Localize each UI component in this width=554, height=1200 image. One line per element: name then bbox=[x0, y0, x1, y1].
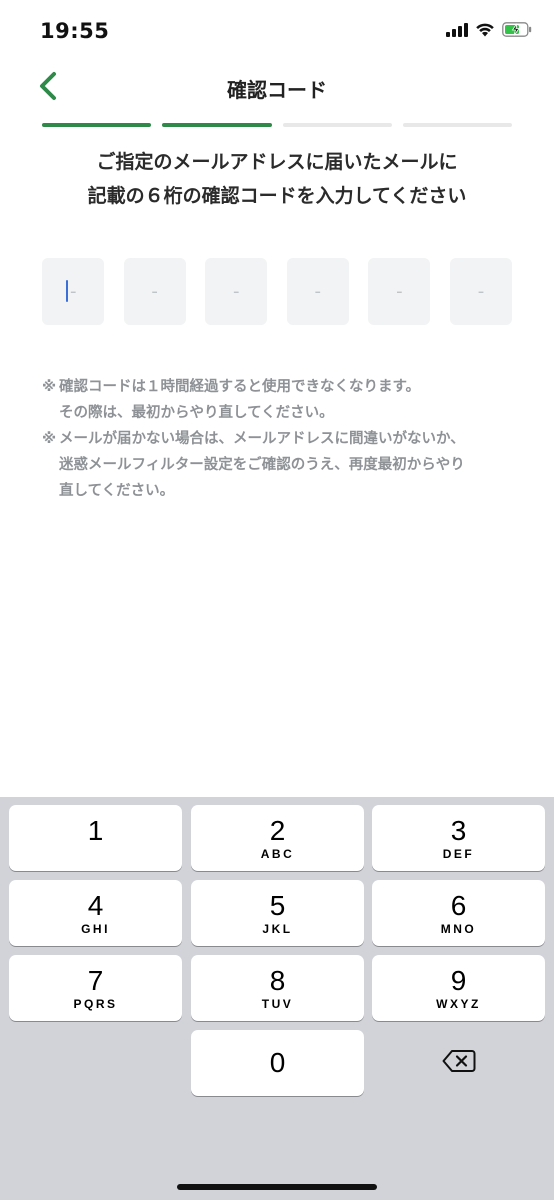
note-expiry: ※ 確認コードは１時間経過すると使用できなくなります。 その際は、最初からやり直… bbox=[42, 374, 522, 426]
key-6[interactable]: 6 MNO bbox=[372, 880, 545, 946]
code-digit-5[interactable]: - bbox=[368, 258, 431, 325]
code-digit-3[interactable]: - bbox=[205, 258, 268, 325]
page-title: 確認コード bbox=[227, 78, 327, 102]
code-digit-4[interactable]: - bbox=[286, 258, 349, 325]
wifi-icon bbox=[475, 22, 495, 41]
key-9[interactable]: 9 WXYZ bbox=[372, 955, 545, 1021]
key-digit: 0 bbox=[269, 1047, 286, 1078]
key-letters: ABC bbox=[260, 846, 295, 861]
cellular-signal-icon bbox=[446, 22, 468, 41]
note-line: 確認コードは１時間経過すると使用できなくなります。 bbox=[59, 379, 421, 395]
key-digit: 7 bbox=[87, 964, 104, 996]
key-digit: 2 bbox=[269, 814, 286, 846]
status-time: 19:55 bbox=[40, 19, 110, 43]
battery-charging-icon bbox=[502, 22, 532, 41]
key-digit: 9 bbox=[450, 964, 467, 996]
code-digit-1[interactable]: - bbox=[42, 258, 104, 325]
key-digit: 3 bbox=[450, 814, 467, 846]
status-icons bbox=[446, 22, 532, 41]
note-mark: ※ bbox=[42, 379, 57, 395]
key-8[interactable]: 8 TUV bbox=[191, 955, 364, 1021]
code-digit-placeholder: - bbox=[232, 281, 240, 302]
key-7[interactable]: 7 PQRS bbox=[9, 955, 182, 1021]
code-digit-placeholder: - bbox=[70, 281, 77, 302]
backspace-icon bbox=[442, 1049, 476, 1077]
instruction-text: ご指定のメールアドレスに届いたメールに 記載の６桁の確認コードを入力してください bbox=[20, 145, 534, 213]
note-line: 直してください。 bbox=[59, 483, 175, 499]
key-letters: WXYZ bbox=[436, 996, 481, 1011]
numeric-keypad: 1 2 ABC 3 DEF 4 GHI 5 JKL 6 MNO 7 PQRS 8… bbox=[0, 797, 554, 1200]
code-input-row: - - - - - - bbox=[42, 258, 512, 325]
key-letters: JKL bbox=[262, 921, 293, 936]
key-digit: 5 bbox=[269, 889, 286, 921]
key-letters: PQRS bbox=[73, 996, 118, 1011]
key-1[interactable]: 1 bbox=[9, 805, 182, 871]
progress-step-1 bbox=[42, 123, 152, 127]
key-letters: MNO bbox=[440, 921, 477, 936]
note-not-received: ※ メールが届かない場合は、メールアドレスに間違いがないか、 迷惑メールフィルタ… bbox=[42, 426, 522, 504]
nav-header: 確認コード bbox=[0, 64, 554, 114]
code-digit-placeholder: - bbox=[396, 281, 403, 302]
code-digit-2[interactable]: - bbox=[123, 258, 186, 325]
key-digit: 1 bbox=[87, 815, 104, 846]
note-line: メールが届かない場合は、メールアドレスに間違いがないか、 bbox=[59, 431, 465, 447]
code-digit-placeholder: - bbox=[314, 281, 322, 302]
key-4[interactable]: 4 GHI bbox=[9, 880, 182, 946]
progress-step-2 bbox=[162, 123, 272, 127]
code-digit-6[interactable]: - bbox=[449, 258, 512, 325]
home-indicator[interactable] bbox=[177, 1184, 377, 1190]
key-letters: DEF bbox=[442, 846, 475, 861]
note-line: その際は、最初からやり直してください。 bbox=[59, 405, 334, 421]
progress-step-4 bbox=[402, 123, 512, 127]
instruction-line-1: ご指定のメールアドレスに届いたメールに bbox=[96, 151, 458, 173]
note-mark: ※ bbox=[42, 431, 57, 447]
step-progress bbox=[42, 123, 512, 127]
text-caret bbox=[66, 280, 68, 302]
instruction-line-2: 記載の６桁の確認コードを入力してください bbox=[87, 185, 467, 207]
key-0[interactable]: 0 bbox=[191, 1030, 364, 1096]
verification-code-screen: 19:55 確認コード ご指定のメールアドレスに届いたメールに 記載の６桁の確認… bbox=[0, 0, 554, 1200]
key-digit: 4 bbox=[87, 889, 104, 921]
progress-step-3 bbox=[282, 123, 392, 127]
key-digit: 6 bbox=[450, 889, 467, 921]
key-letters: GHI bbox=[81, 921, 110, 936]
note-line: 迷惑メールフィルター設定をご確認のうえ、再度最初からやり bbox=[59, 457, 465, 473]
notes: ※ 確認コードは１時間経過すると使用できなくなります。 その際は、最初からやり直… bbox=[42, 374, 522, 504]
status-bar: 19:55 bbox=[0, 0, 554, 64]
key-3[interactable]: 3 DEF bbox=[372, 805, 545, 871]
key-letters: TUV bbox=[261, 996, 294, 1011]
delete-key[interactable] bbox=[372, 1030, 545, 1096]
key-digit: 8 bbox=[269, 964, 286, 996]
code-digit-placeholder: - bbox=[151, 281, 158, 302]
key-5[interactable]: 5 JKL bbox=[191, 880, 364, 946]
key-2[interactable]: 2 ABC bbox=[191, 805, 364, 871]
code-digit-placeholder: - bbox=[477, 281, 485, 302]
